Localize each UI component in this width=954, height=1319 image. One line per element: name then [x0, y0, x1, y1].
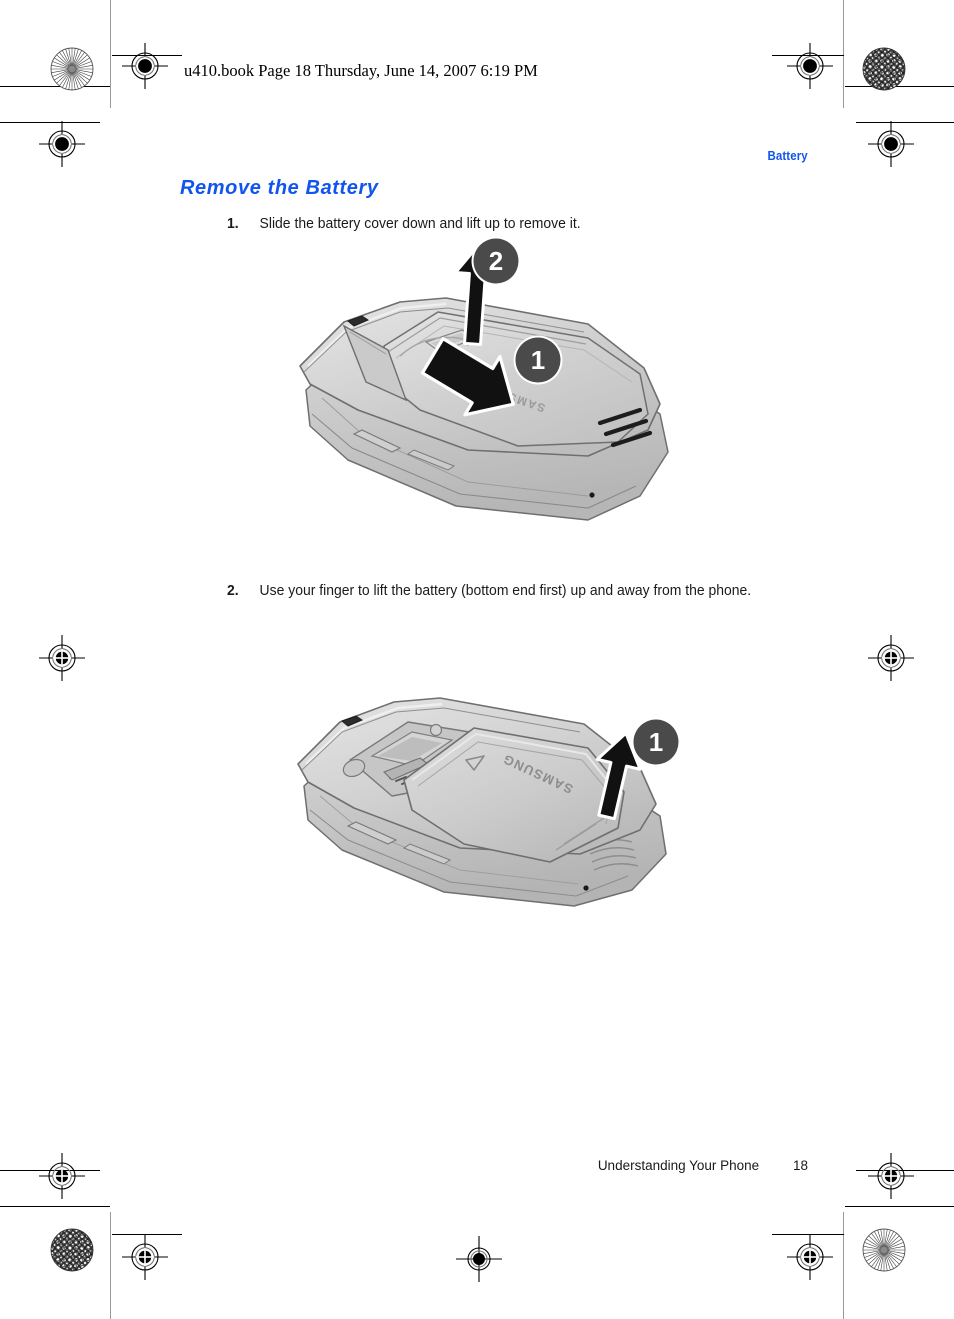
callout-badge-1: 1	[513, 335, 563, 385]
callout-badge-1: 1	[631, 717, 681, 767]
color-rosette-icon	[861, 1227, 907, 1273]
page-title: Remove the Battery	[180, 177, 379, 199]
registration-target-icon	[39, 635, 85, 681]
crop-guide-right-lower	[843, 1212, 844, 1319]
callout-label: 1	[649, 727, 663, 757]
step-number: 1.	[227, 215, 239, 232]
step-number: 2.	[227, 582, 239, 599]
callout-badge-2: 2	[471, 238, 521, 286]
trim-line-bottom-right	[845, 1206, 954, 1207]
registration-target-icon	[868, 1153, 914, 1199]
footer-page-number: 18	[792, 1158, 808, 1173]
step-text: Slide the battery cover down and lift up…	[259, 215, 581, 232]
running-header: Battery	[767, 149, 808, 163]
registration-target-icon	[868, 121, 914, 167]
color-rosette-icon	[861, 46, 907, 92]
manual-page: u410.book Page 18 Thursday, June 14, 200…	[0, 0, 954, 1319]
registration-target-icon	[122, 1234, 168, 1280]
registration-target-icon	[868, 635, 914, 681]
crop-guide-left	[110, 0, 111, 108]
trim-line-bottom-left	[0, 1206, 110, 1207]
color-rosette-icon	[49, 1227, 95, 1273]
step-item: 1. Slide the battery cover down and lift…	[227, 213, 757, 234]
step-item: 2. Use your finger to lift the battery (…	[227, 580, 757, 601]
registration-target-icon	[39, 1153, 85, 1199]
figure-phone-cover-removal: SAMSUNG 1	[288, 238, 700, 570]
registration-target-icon	[122, 43, 168, 89]
registration-target-icon	[787, 1234, 833, 1280]
crop-guide-right	[843, 0, 844, 108]
color-rosette-icon	[49, 46, 95, 92]
footer-chapter: Understanding Your Phone	[597, 1158, 760, 1173]
callout-label: 2	[489, 246, 503, 276]
page-footer: Understanding Your Phone 18	[598, 1158, 808, 1173]
registration-target-icon	[39, 121, 85, 167]
callout-label: 1	[531, 345, 545, 375]
registration-target-icon	[456, 1236, 502, 1282]
print-file-header: u410.book Page 18 Thursday, June 14, 200…	[184, 61, 538, 80]
registration-target-icon	[787, 43, 833, 89]
step-text: Use your finger to lift the battery (bot…	[259, 582, 752, 599]
crop-guide-left-lower	[110, 1212, 111, 1319]
figure-battery-removal: SAMSUNG 1	[288, 668, 700, 920]
